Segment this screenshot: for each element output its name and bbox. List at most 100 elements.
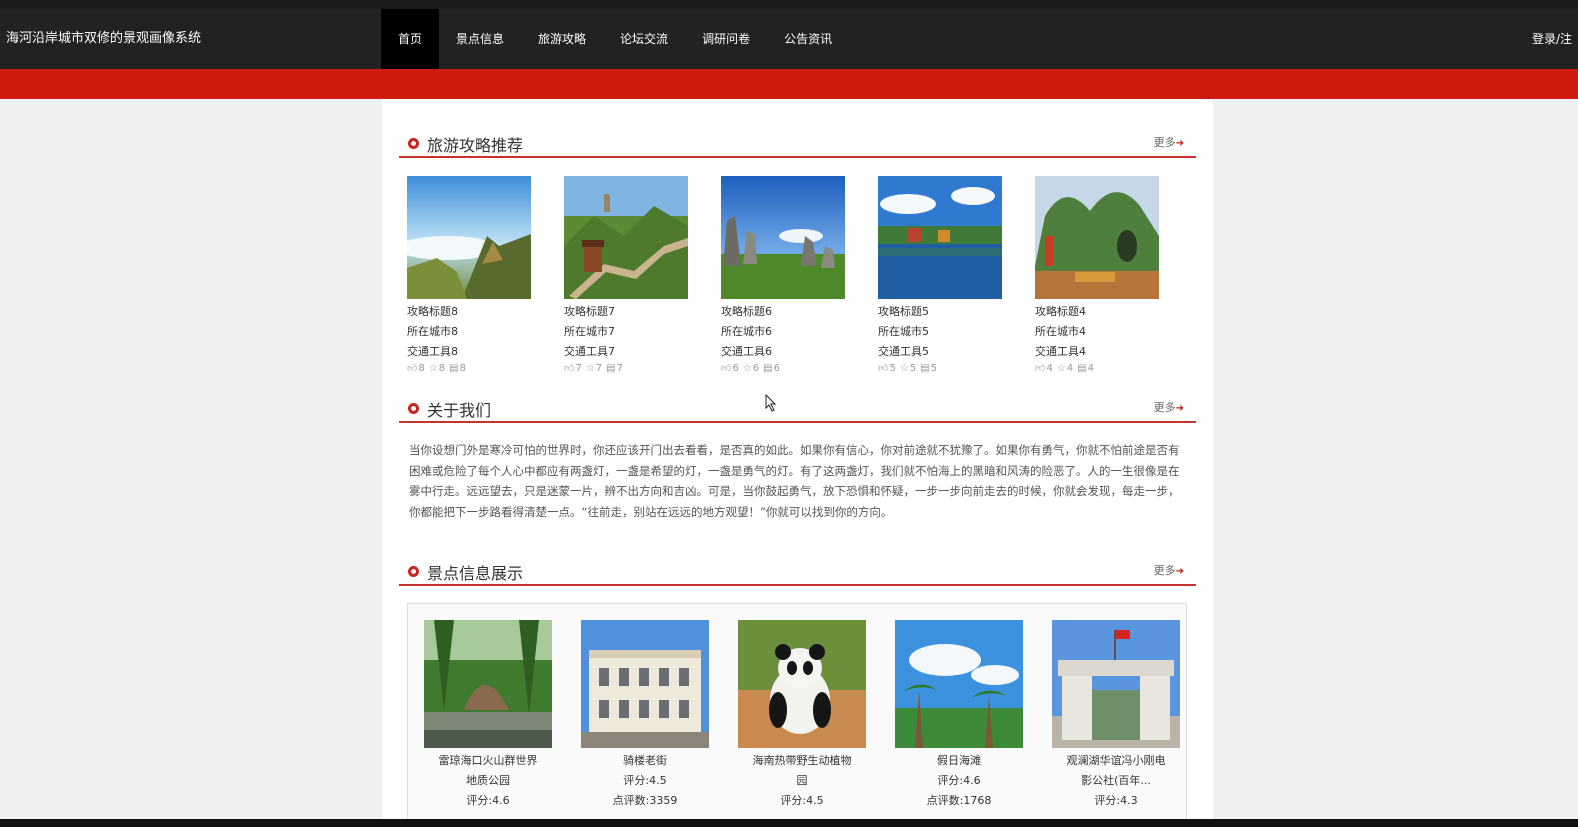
thumbs-up-icon[interactable]: 👍︎ (1035, 362, 1045, 376)
comment-count: 5 (930, 363, 937, 374)
guide-title[interactable]: 攻略标题6 (721, 302, 845, 322)
thumbs-up-icon[interactable]: 👍︎ (721, 362, 731, 376)
scenic-line: 点评数:1768 (926, 794, 992, 807)
scenic-card[interactable]: 海南热带野生动植物 园 评分:4.5 (738, 620, 866, 811)
comment-count: 6 (773, 363, 780, 374)
guide-stats: 👍︎ 7 ☆ 7 ▤ 7 (564, 362, 688, 376)
window-bottom-strip (0, 819, 1578, 827)
favorite-count: 7 (595, 363, 603, 374)
arrow-right-icon: ➜ (1175, 138, 1184, 149)
nav-scenic-info[interactable]: 景点信息 (439, 9, 521, 69)
guides-section-header: 旅游攻略推荐 更多➜ (399, 126, 1196, 158)
scenic-card[interactable]: 观澜湖华谊冯小刚电 影公社(百年... 评分:4.3 (1052, 620, 1180, 811)
scenic-line: 点评数:3359 (612, 794, 678, 807)
comment-icon[interactable]: ▤ (763, 362, 772, 376)
guide-title[interactable]: 攻略标题7 (564, 302, 688, 322)
like-count: 5 (889, 363, 896, 374)
site-brand[interactable]: 海河沿岸城市双修的景观画像系统 (6, 9, 201, 69)
guide-transport: 交通工具7 (564, 345, 615, 358)
star-icon[interactable]: ☆ (586, 362, 595, 376)
favorite-count: 8 (438, 363, 446, 374)
favorite-count: 5 (909, 363, 917, 374)
top-navbar: 海河沿岸城市双修的景观画像系统 首页 景点信息 旅游攻略 论坛交流 调研问卷 公… (0, 9, 1578, 69)
stone-forest-photo[interactable] (721, 176, 845, 299)
guide-title[interactable]: 攻略标题8 (407, 302, 531, 322)
scenic-line: 骑楼老街 (623, 754, 667, 767)
guide-card[interactable]: 攻略标题6 所在城市6 交通工具6 👍︎ 6 ☆ 6 ▤ 6 (721, 176, 845, 376)
karst-hill-photo[interactable] (1035, 176, 1159, 299)
like-count: 8 (418, 363, 425, 374)
star-icon[interactable]: ☆ (900, 362, 909, 376)
guide-stats: 👍︎ 6 ☆ 6 ▤ 6 (721, 362, 845, 376)
star-icon[interactable]: ☆ (1057, 362, 1066, 376)
guide-card[interactable]: 攻略标题8 所在城市8 交通工具8 👍︎ 8 ☆ 8 ▤ 8 (407, 176, 531, 376)
guide-card[interactable]: 攻略标题7 所在城市7 交通工具7 👍︎ 7 ☆ 7 ▤ 7 (564, 176, 688, 376)
nav-survey[interactable]: 调研问卷 (685, 9, 767, 69)
scenic-section-title: 景点信息展示 (427, 564, 524, 583)
comment-icon[interactable]: ▤ (920, 362, 929, 376)
scenic-card[interactable]: 假日海滩 评分:4.6 点评数:1768 (895, 620, 1023, 811)
volcano-park-photo[interactable] (424, 620, 552, 748)
window-top-strip (0, 0, 1578, 9)
guide-transport: 交通工具8 (407, 345, 458, 358)
mountain-clouds-photo[interactable] (407, 176, 531, 299)
scenic-line: 评分:4.3 (1094, 794, 1138, 807)
guides-section-title: 旅游攻略推荐 (427, 136, 524, 155)
like-count: 4 (1046, 363, 1053, 374)
scenic-line: 园 (796, 774, 808, 787)
beach-palms-photo[interactable] (895, 620, 1023, 748)
about-more-link[interactable]: 更多➜ (1154, 399, 1184, 415)
comment-icon[interactable]: ▤ (1077, 362, 1086, 376)
scenic-line: 雷琼海口火山群世界 (438, 754, 538, 767)
star-icon[interactable]: ☆ (743, 362, 752, 376)
section-bullet-icon (408, 566, 419, 577)
like-count: 7 (575, 363, 582, 374)
like-count: 6 (732, 363, 739, 374)
scenic-line: 评分:4.5 (623, 774, 667, 787)
arrow-right-icon: ➜ (1175, 403, 1184, 414)
nav-forum[interactable]: 论坛交流 (603, 9, 685, 69)
arcade-street-photo[interactable] (581, 620, 709, 748)
comment-count: 4 (1087, 363, 1094, 374)
guide-title[interactable]: 攻略标题4 (1035, 302, 1159, 322)
scenic-section-header: 景点信息展示 更多➜ (399, 554, 1196, 586)
comment-icon[interactable]: ▤ (449, 362, 458, 376)
guides-more-link[interactable]: 更多➜ (1154, 134, 1184, 150)
panda-photo[interactable] (738, 620, 866, 748)
scenic-card[interactable]: 骑楼老街 评分:4.5 点评数:3359 (581, 620, 709, 811)
guide-title[interactable]: 攻略标题5 (878, 302, 1002, 322)
nav-home[interactable]: 首页 (381, 9, 440, 69)
section-bullet-icon (408, 403, 419, 414)
guide-city: 所在城市6 (721, 325, 772, 338)
guide-card[interactable]: 攻略标题5 所在城市5 交通工具5 👍︎ 5 ☆ 5 ▤ 5 (878, 176, 1002, 376)
great-wall-photo[interactable] (564, 176, 688, 299)
film-gate-photo[interactable] (1052, 620, 1180, 748)
guide-city: 所在城市5 (878, 325, 929, 338)
scenic-line: 评分:4.6 (937, 774, 981, 787)
comment-icon[interactable]: ▤ (606, 362, 615, 376)
comment-count: 8 (459, 363, 466, 374)
thumbs-up-icon[interactable]: 👍︎ (407, 362, 417, 376)
guide-city: 所在城市8 (407, 325, 458, 338)
star-icon[interactable]: ☆ (429, 362, 438, 376)
lake-village-photo[interactable] (878, 176, 1002, 299)
scenic-line: 评分:4.6 (466, 794, 510, 807)
arrow-right-icon: ➜ (1175, 566, 1184, 577)
nav-travel-guides[interactable]: 旅游攻略 (521, 9, 603, 69)
scenic-more-link[interactable]: 更多➜ (1154, 562, 1184, 578)
nav-announcements[interactable]: 公告资讯 (767, 9, 849, 69)
thumbs-up-icon[interactable]: 👍︎ (564, 362, 574, 376)
scenic-line: 观澜湖华谊冯小刚电 (1066, 754, 1166, 767)
thumbs-up-icon[interactable]: 👍︎ (878, 362, 888, 376)
scenic-list: 雷琼海口火山群世界 地质公园 评分:4.6 骑楼老街 评分:4.5 点评数:33… (407, 603, 1187, 819)
guide-transport: 交通工具6 (721, 345, 772, 358)
scenic-card[interactable]: 雷琼海口火山群世界 地质公园 评分:4.6 (424, 620, 552, 811)
guide-stats: 👍︎ 5 ☆ 5 ▤ 5 (878, 362, 1002, 376)
scenic-line: 影公社(百年... (1081, 774, 1151, 787)
scenic-line: 地质公园 (466, 774, 510, 787)
guide-transport: 交通工具4 (1035, 345, 1086, 358)
login-link[interactable]: 登录/注 (1532, 9, 1572, 69)
guide-stats: 👍︎ 8 ☆ 8 ▤ 8 (407, 362, 531, 376)
mouse-pointer-icon (765, 394, 777, 412)
guide-card[interactable]: 攻略标题4 所在城市4 交通工具4 👍︎ 4 ☆ 4 ▤ 4 (1035, 176, 1159, 376)
